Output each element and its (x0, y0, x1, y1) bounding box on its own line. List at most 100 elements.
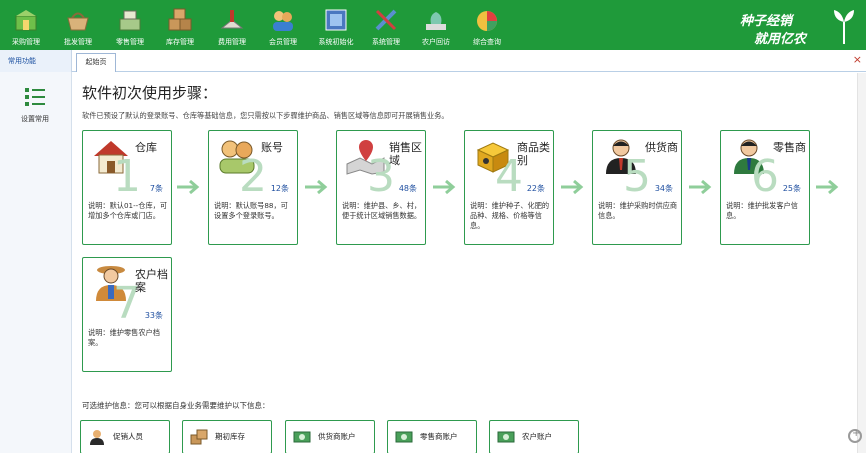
step-name: 供货商 (645, 141, 678, 154)
arrow-right-icon (816, 179, 839, 195)
optional-promoter[interactable]: 促销人员 (80, 420, 170, 453)
list-settings-icon (24, 86, 46, 108)
toolbar-farmer-visit[interactable]: 农户回访 (418, 0, 454, 50)
sidebar-item-set-favorites[interactable]: 设置常用 (10, 86, 60, 128)
step-note: 说明：维护县、乡、村，便于统计区域销售数据。 (342, 201, 422, 220)
step-count: 22条 (526, 184, 545, 193)
step-count: 25条 (782, 184, 801, 193)
toolbar-retail-label: 零售管理 (116, 38, 144, 46)
toolbar-purchase-label: 采购管理 (12, 38, 40, 46)
money-icon (293, 431, 311, 443)
step-number: 1 (113, 151, 141, 202)
main-toolbar: 采购管理 批发管理 零售管理 库存管理 费用管理 会员管理 系统初始化 系统管理… (0, 0, 866, 50)
toolbar-system-manage-label: 系统管理 (372, 38, 400, 46)
step-note: 说明：维护采购时供应商信息。 (598, 201, 678, 220)
step-name: 商品类别 (517, 141, 550, 167)
toolbar-system-manage[interactable]: 系统管理 (368, 0, 404, 50)
brand-line-2: 就用亿农 (754, 32, 807, 47)
toolbar-retail[interactable]: 零售管理 (112, 0, 148, 50)
cash-register-icon (117, 7, 143, 33)
step-note: 说明：默认01--仓库，可增加多个仓库或门店。 (88, 201, 168, 220)
step-name: 账号 (261, 141, 283, 154)
step-number: 5 (623, 151, 651, 202)
step-card-sales-region[interactable]: 3 销售区域 48条 说明：维护县、乡、村，便于统计区域销售数据。 (336, 130, 426, 245)
optional-section-title: 可选维护信息：您可以根据自身业务需要维护以下信息： (82, 401, 270, 410)
zoom-icon[interactable]: + (848, 428, 862, 443)
close-tab-icon[interactable]: × (853, 54, 862, 66)
toolbar-expense[interactable]: 费用管理 (214, 0, 250, 50)
step-card-account[interactable]: 2 账号 12条 说明：默认账号88，可设置多个登录账号。 (208, 130, 298, 245)
toolbar-inventory[interactable]: 库存管理 (162, 0, 198, 50)
opening-stock-icon (190, 429, 208, 445)
arrow-right-icon (433, 179, 456, 195)
optional-farmer-account[interactable]: 农户账户 (489, 420, 579, 453)
toolbar-wholesale-label: 批发管理 (64, 38, 92, 46)
step-number: 6 (751, 151, 779, 202)
sidebar: 设置常用 (0, 72, 72, 453)
toolbar-wholesale[interactable]: 批发管理 (60, 0, 96, 50)
vertical-scrollbar[interactable] (857, 73, 866, 453)
optional-label: 期初库存 (215, 432, 245, 441)
arrow-right-icon (561, 179, 584, 195)
system-init-icon (323, 7, 349, 33)
optional-opening-stock[interactable]: 期初库存 (182, 420, 272, 453)
optional-label: 促销人员 (113, 432, 143, 441)
toolbar-members[interactable]: 会员管理 (265, 0, 301, 50)
toolbar-inventory-label: 库存管理 (166, 38, 194, 46)
step-note: 说明：维护零售农户档案。 (88, 328, 160, 347)
start-page: 软件初次使用步骤： 软件已预设了默认的登录账号、仓库等基础信息，您只需按以下步骤… (73, 73, 857, 453)
tools-icon (373, 7, 399, 33)
page-description: 软件已预设了默认的登录账号、仓库等基础信息，您只需按以下步骤维护商品、销售区域等… (82, 111, 449, 120)
toolbar-system-init-label: 系统初始化 (318, 38, 354, 46)
step-note: 说明：默认账号88，可设置多个登录账号。 (214, 201, 288, 220)
step-count: 7条 (149, 184, 163, 193)
step-note: 说明：维护批发客户信息。 (726, 201, 798, 220)
step-name: 销售区域 (389, 141, 422, 167)
money-icon (497, 431, 515, 443)
step-name: 零售商 (773, 141, 806, 154)
step-count: 33条 (144, 311, 163, 320)
toolbar-members-label: 会员管理 (269, 38, 297, 46)
step-count: 48条 (398, 184, 417, 193)
brand-line-1: 种子经销 (740, 14, 793, 29)
promoter-icon (90, 430, 104, 445)
page-title: 软件初次使用步骤： (82, 84, 218, 102)
warehouse-boxes-icon (167, 7, 193, 33)
toolbar-system-init[interactable]: 系统初始化 (314, 0, 358, 50)
arrow-right-icon (689, 179, 712, 195)
step-name: 农户档案 (135, 268, 168, 294)
purchase-icon (13, 7, 39, 33)
farmer-visit-icon (423, 7, 449, 33)
step-card-retailer[interactable]: 6 零售商 25条 说明：维护批发客户信息。 (720, 130, 810, 245)
arrow-right-icon (305, 179, 328, 195)
step-note: 说明：维护种子、化肥的品种、规格、价格等信息。 (470, 201, 550, 230)
toolbar-farmer-visit-label: 农户回访 (422, 38, 450, 46)
step-card-product-category[interactable]: 4 商品类别 22条 说明：维护种子、化肥的品种、规格、价格等信息。 (464, 130, 554, 245)
step-count: 34条 (654, 184, 673, 193)
pie-chart-icon (474, 7, 500, 33)
optional-label: 农户账户 (522, 432, 552, 441)
optional-retailer-account[interactable]: 零售商账户 (387, 420, 477, 453)
toolbar-expense-label: 费用管理 (218, 38, 246, 46)
money-icon (395, 431, 413, 443)
step-number: 2 (239, 151, 267, 202)
optional-label: 供货商账户 (318, 432, 356, 441)
expense-icon (219, 7, 245, 33)
tab-strip: 常用功能 起始页 × (0, 50, 866, 72)
tab-start-page[interactable]: 起始页 (76, 53, 116, 72)
sprout-icon (834, 10, 854, 44)
toolbar-purchase[interactable]: 采购管理 (8, 0, 44, 50)
brand-logo: 种子经销 就用亿农 (736, 6, 856, 47)
step-card-farmer-profile[interactable]: 7 农户档案 33条 说明：维护零售农户档案。 (82, 257, 172, 372)
optional-supplier-account[interactable]: 供货商账户 (285, 420, 375, 453)
toolbar-query-label: 综合查询 (473, 38, 501, 46)
step-card-warehouse[interactable]: 1 仓库 7条 说明：默认01--仓库，可增加多个仓库或门店。 (82, 130, 172, 245)
step-card-supplier[interactable]: 5 供货商 34条 说明：维护采购时供应商信息。 (592, 130, 682, 245)
toolbar-query[interactable]: 综合查询 (469, 0, 505, 50)
arrow-right-icon (177, 179, 200, 195)
step-name: 仓库 (135, 141, 157, 154)
step-count: 12条 (270, 184, 289, 193)
members-icon (270, 7, 296, 33)
sidebar-item-label: 设置常用 (21, 115, 49, 123)
optional-label: 零售商账户 (420, 432, 458, 441)
